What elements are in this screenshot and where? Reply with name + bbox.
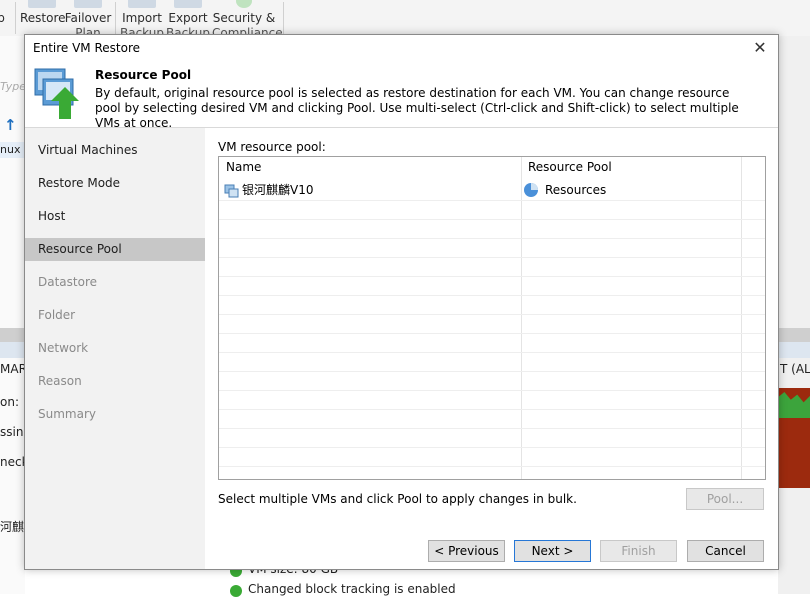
column-header-resource-pool[interactable]: Resource Pool [521, 157, 741, 177]
up-arrow-icon[interactable]: ↑ [4, 116, 17, 134]
nav-step-summary: Summary [38, 407, 96, 421]
nav-step-host[interactable]: Host [25, 205, 205, 228]
grid-row-line [219, 219, 765, 220]
close-icon[interactable]: ✕ [748, 37, 772, 59]
wizard-steps-nav: Virtual Machines Restore Mode Host Resou… [25, 128, 205, 569]
entire-vm-restore-dialog: Entire VM Restore ✕ Resource Pool By def… [24, 34, 779, 570]
grid-row-line [219, 314, 765, 315]
grid-row-line [219, 333, 765, 334]
background-summary-label-right: T (ALL [780, 362, 810, 376]
nav-step-network: Network [38, 341, 89, 355]
ribbon-item-cut[interactable]: p [0, 0, 8, 36]
wizard-step-title: Resource Pool [95, 68, 192, 82]
ribbon-security-compliance-button[interactable]: Security & Compliance [212, 0, 283, 40]
wizard-content: VM resource pool: Name Resource Pool 银河麒… [206, 128, 778, 569]
failover-plan-icon [74, 0, 102, 8]
cancel-button[interactable]: Cancel [687, 540, 764, 562]
grid-row-line [219, 428, 765, 429]
previous-button[interactable]: < Previous [428, 540, 505, 562]
bulk-hint-text: Select multiple VMs and click Pool to ap… [218, 492, 577, 506]
finish-button[interactable]: Finish [600, 540, 677, 562]
table-row[interactable]: 银河麒麟V10 Resources [219, 181, 765, 200]
nav-step-resource-pool[interactable]: Resource Pool [25, 238, 205, 261]
pool-button[interactable]: Pool... [686, 488, 764, 510]
nav-step-datastore: Datastore [38, 275, 98, 289]
background-info-label: on: [0, 395, 19, 409]
grid-column-divider[interactable] [521, 157, 522, 479]
check-icon [230, 585, 242, 597]
nav-step-restore-mode[interactable]: Restore Mode [25, 172, 205, 195]
ribbon-label: p [0, 11, 5, 25]
grid-row-line [219, 238, 765, 239]
vm-name-cell: 银河麒麟V10 [242, 183, 314, 197]
nav-step-folder: Folder [38, 308, 76, 322]
ribbon-separator [115, 2, 116, 34]
security-check-icon [236, 0, 252, 8]
ribbon-label: Restore [20, 11, 66, 25]
ribbon-import-backup-button[interactable]: Import Backup [120, 0, 164, 40]
background-details-panel: VM size: 80 GB Changed block tracking is… [218, 562, 778, 597]
resource-pool-cell: Resources [545, 183, 607, 197]
ribbon: p Restore Failover Plan Import Backup Ex… [0, 0, 810, 40]
dialog-title: Entire VM Restore [33, 41, 141, 55]
grid-row-line [219, 466, 765, 467]
vm-icon [224, 181, 240, 200]
grid-row-line [219, 295, 765, 296]
restore-icon [28, 0, 56, 8]
background-selected-row[interactable]: nux [0, 142, 25, 158]
nav-step-reason: Reason [38, 374, 82, 388]
wizard-step-description: By default, original resource pool is se… [95, 86, 739, 130]
grid-column-divider[interactable] [741, 157, 742, 479]
ribbon-failover-plan-button[interactable]: Failover Plan [64, 0, 112, 40]
background-right-pane [778, 36, 810, 594]
export-backup-icon [174, 0, 202, 8]
ribbon-separator [283, 2, 284, 34]
wizard-header: Resource Pool By default, original resou… [25, 62, 778, 130]
ribbon-label: Failover [64, 11, 112, 25]
vm-resource-pool-label: VM resource pool: [218, 140, 326, 154]
ribbon-restore-button[interactable]: Restore [20, 0, 66, 36]
resource-pool-icon [523, 181, 539, 200]
grid-row-line [219, 257, 765, 258]
grid-row-line [219, 371, 765, 372]
grid-row-line [219, 409, 765, 410]
ribbon-label: Security & [212, 11, 276, 25]
grid-row-line [219, 200, 765, 201]
column-header-name[interactable]: Name [219, 157, 521, 177]
vm-resource-pool-grid[interactable]: Name Resource Pool 银河麒麟V10 Resources [218, 156, 766, 480]
nav-step-virtual-machines[interactable]: Virtual Machines [25, 139, 205, 162]
background-search-hint: Type [0, 80, 27, 93]
ribbon-separator [15, 2, 16, 34]
grid-row-line [219, 276, 765, 277]
grid-header: Name Resource Pool [219, 157, 765, 177]
ribbon-label: Import [122, 11, 162, 25]
ribbon-export-backup-button[interactable]: Export Backup [166, 0, 210, 40]
ribbon-label: Export [168, 11, 208, 25]
grid-row-line [219, 390, 765, 391]
import-backup-icon [128, 0, 156, 8]
resource-pool-wizard-icon [33, 67, 81, 121]
background-vm-name: 河麒 [0, 520, 25, 534]
next-button[interactable]: Next > [514, 540, 591, 562]
grid-row-line [219, 447, 765, 448]
grid-row-line [219, 352, 765, 353]
